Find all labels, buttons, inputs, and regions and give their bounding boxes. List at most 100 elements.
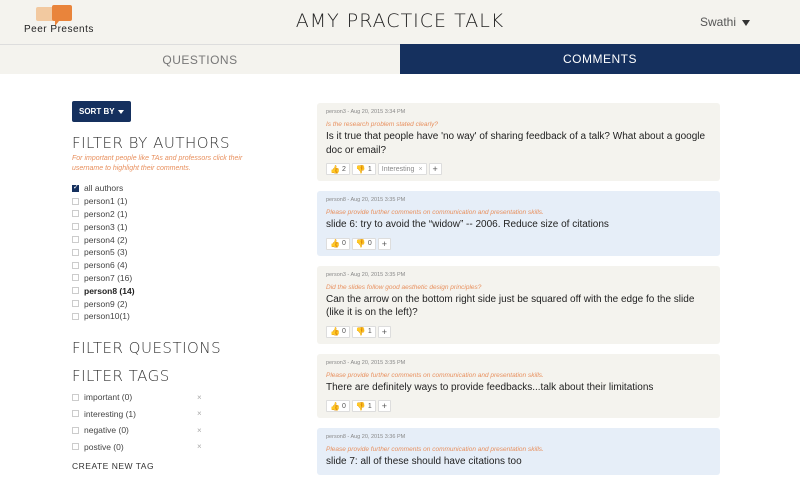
author-checkbox[interactable] — [72, 197, 79, 205]
author-label[interactable]: person10(1) — [84, 311, 130, 321]
comment-actions: 👍 0 👎 0 + — [326, 237, 711, 250]
downvote-count: 1 — [367, 328, 372, 335]
comment-question: Did the slides follow good aesthetic des… — [326, 283, 482, 291]
comment-card: person3 - Aug 20, 2015 3:35 PM Please pro… — [317, 353, 720, 418]
downvote-button[interactable]: 👎 1 — [351, 400, 376, 412]
comment-question: Please provide further comments on commu… — [326, 209, 544, 216]
comment-body: slide 6: try to avoid the “widow” -- 200… — [326, 219, 609, 230]
tag-label: important (0) — [84, 392, 133, 403]
page-title: AMY PRACTICE TALK — [295, 10, 505, 32]
author-label[interactable]: person3 (1) — [84, 222, 127, 232]
downvote-button[interactable]: 👎 1 — [351, 163, 376, 175]
tag-filter-item[interactable]: postive (0) × — [72, 438, 262, 455]
author-filter-item[interactable]: person4 (2) — [72, 233, 262, 246]
tag-filter-item[interactable]: negative (0) × — [72, 422, 262, 439]
comment-body: slide 7: all of these should have citati… — [326, 456, 522, 467]
author-checkbox[interactable] — [72, 274, 79, 282]
downvote-count: 0 — [367, 240, 372, 247]
filter-authors-hint: For important people like TAs and profes… — [72, 155, 243, 172]
upvote-count: 0 — [341, 402, 346, 410]
comment-tag: Interesting × — [377, 163, 427, 175]
author-checkbox[interactable] — [72, 248, 79, 256]
author-label[interactable]: all authors — [84, 183, 123, 193]
tag-label: interesting (1) — [84, 408, 136, 419]
thumbs-up-icon: 👍 — [330, 164, 340, 174]
tab-bar: QUESTIONS COMMENTS — [0, 44, 800, 74]
author-label[interactable]: person8 (14) — [84, 286, 135, 296]
author-checkbox[interactable] — [72, 183, 79, 192]
app-header: Peer Presents AMY PRACTICE TALK Swathi — [0, 0, 800, 44]
add-tag-button[interactable]: + — [428, 163, 442, 175]
author-label[interactable]: person7 (16) — [84, 273, 132, 283]
thumbs-down-icon: 👎 — [355, 164, 366, 174]
tag-filter-item[interactable]: important (0) × — [72, 389, 262, 406]
author-checkbox[interactable] — [72, 223, 79, 231]
author-filter-item[interactable]: person10(1) — [72, 310, 262, 323]
filter-questions-title[interactable]: FILTER QUESTIONS — [72, 339, 262, 357]
tag-checkbox[interactable] — [72, 443, 79, 451]
comment-body: Is it true that people have 'no way' of … — [326, 131, 706, 156]
downvote-button[interactable]: 👎 1 — [351, 325, 376, 338]
downvote-button[interactable]: 👎 0 — [351, 237, 376, 250]
add-tag-button[interactable]: + — [377, 400, 392, 412]
comment-meta: person3 - Aug 20, 2015 3:34 PM — [326, 109, 406, 115]
tag-checkbox[interactable] — [72, 393, 79, 401]
sort-by-label: SORT BY — [79, 107, 115, 116]
delete-tag-icon[interactable]: × — [197, 442, 202, 451]
author-label[interactable]: person9 (2) — [84, 299, 127, 309]
author-filter-item[interactable]: all authors — [72, 182, 262, 195]
author-filter-item[interactable]: person9 (2) — [72, 297, 262, 310]
author-filter-item[interactable]: person1 (1) — [72, 195, 262, 208]
delete-tag-icon[interactable]: × — [197, 409, 202, 418]
tag-checkbox[interactable] — [72, 410, 79, 418]
sort-by-button[interactable]: SORT BY — [72, 101, 131, 122]
upvote-button[interactable]: 👍 0 — [326, 325, 350, 338]
author-checkbox[interactable] — [72, 261, 79, 269]
upvote-button[interactable]: 👍 2 — [326, 163, 350, 175]
comment-question: Please provide further comments on commu… — [326, 371, 544, 379]
author-filter-item[interactable]: person8 (14) — [72, 284, 262, 297]
author-label[interactable]: person6 (4) — [84, 260, 127, 270]
upvote-button[interactable]: 👍 0 — [326, 400, 350, 412]
author-label[interactable]: person5 (3) — [84, 247, 127, 257]
author-checkbox[interactable] — [72, 236, 79, 244]
tab-comments[interactable]: COMMENTS — [400, 44, 800, 74]
add-tag-button[interactable]: + — [377, 237, 392, 250]
thumbs-down-icon: 👎 — [355, 239, 366, 248]
author-label[interactable]: person1 (1) — [84, 196, 127, 206]
tab-questions[interactable]: QUESTIONS — [0, 44, 400, 74]
caret-down-icon — [742, 19, 750, 26]
author-filter-item[interactable]: person2 (1) — [72, 208, 262, 221]
comment-meta: person8 - Aug 20, 2015 3:35 PM — [326, 197, 406, 203]
author-filter-item[interactable]: person6 (4) — [72, 259, 262, 272]
author-filter-item[interactable]: person5 (3) — [72, 246, 262, 259]
thumbs-up-icon: 👍 — [330, 327, 340, 336]
tag-filter-item[interactable]: interesting (1) × — [72, 405, 262, 422]
author-label[interactable]: person2 (1) — [84, 209, 127, 219]
author-checkbox[interactable] — [72, 300, 79, 308]
comment-actions: 👍 0 👎 1 + — [326, 325, 711, 338]
author-filter-item[interactable]: person7 (16) — [72, 272, 262, 285]
remove-tag-icon[interactable]: × — [418, 166, 422, 173]
tag-label: postive (0) — [84, 441, 124, 452]
author-filter-item[interactable]: person3 (1) — [72, 220, 262, 233]
delete-tag-icon[interactable]: × — [197, 426, 202, 435]
author-checkbox[interactable] — [72, 287, 79, 295]
author-checkbox[interactable] — [72, 312, 79, 320]
delete-tag-icon[interactable]: × — [197, 393, 202, 402]
upvote-count: 0 — [341, 240, 346, 247]
comment-meta: person3 - Aug 20, 2015 3:35 PM — [326, 271, 406, 278]
create-new-tag-button[interactable]: CREATE NEW TAG — [72, 461, 262, 471]
upvote-button[interactable]: 👍 0 — [326, 237, 350, 250]
comment-body: Can the arrow on the bottom right side j… — [326, 293, 695, 319]
add-tag-button[interactable]: + — [377, 325, 392, 338]
user-menu[interactable]: Swathi — [700, 15, 750, 29]
author-checkbox[interactable] — [72, 210, 79, 218]
comment-card: person8 - Aug 20, 2015 3:35 PM Please pro… — [317, 191, 720, 256]
upvote-count: 2 — [341, 165, 346, 173]
thumbs-up-icon: 👍 — [330, 401, 340, 411]
downvote-count: 1 — [367, 165, 372, 173]
author-label[interactable]: person4 (2) — [84, 235, 127, 245]
tag-checkbox[interactable] — [72, 426, 79, 434]
downvote-count: 1 — [367, 402, 372, 410]
